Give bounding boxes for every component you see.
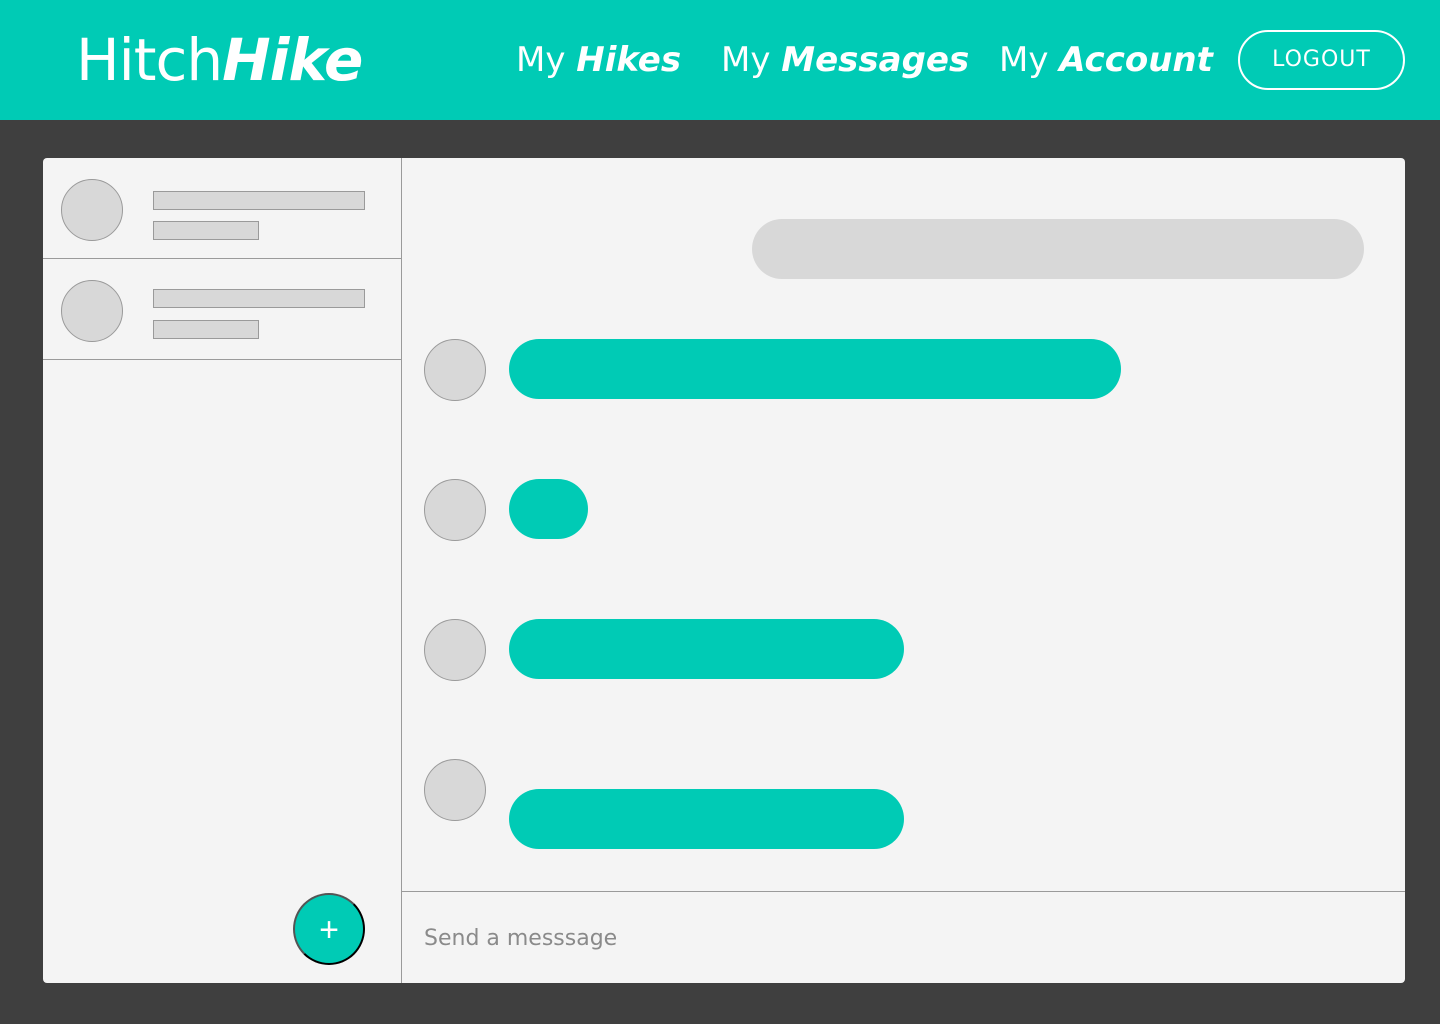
brand-logo-part2: Hike [222,26,363,94]
incoming-message-bubble [509,789,904,849]
message-input[interactable] [402,892,1405,983]
avatar [61,280,123,342]
avatar [424,619,486,681]
conversation-preview-placeholder [153,221,259,240]
conversation-item[interactable] [43,158,402,259]
avatar [424,759,486,821]
new-conversation-button[interactable]: + [293,893,365,965]
nav-my-messages-label: Messages [781,40,970,80]
nav-my-hikes[interactable]: My Hikes [516,38,681,82]
outgoing-message-bubble [752,219,1364,279]
avatar [424,339,486,401]
top-nav-bar: HitchHike My Hikes My Messages My Accoun… [0,0,1440,120]
nav-my-account-prefix: My [999,40,1049,80]
plus-icon: + [319,911,339,949]
conversation-item[interactable] [43,259,402,360]
nav-my-account-label: Account [1059,40,1213,80]
avatar [61,179,123,241]
brand-logo-part1: Hitch [76,26,223,94]
incoming-message-bubble [509,479,588,539]
conversation-list: + [43,158,402,983]
nav-my-messages[interactable]: My Messages [721,38,969,82]
conversation-preview-placeholder [153,320,259,339]
logout-button[interactable]: LOGOUT [1238,30,1405,90]
incoming-message-bubble [509,339,1121,399]
nav-my-hikes-label: Hikes [576,40,682,80]
incoming-message-bubble [509,619,904,679]
chat-thread [402,158,1405,983]
messages-panel: + [43,158,1405,983]
message-composer [402,891,1405,983]
conversation-name-placeholder [153,191,365,210]
conversation-name-placeholder [153,289,365,308]
avatar [424,479,486,541]
nav-my-account[interactable]: My Account [999,38,1213,82]
nav-my-messages-prefix: My [721,40,771,80]
nav-my-hikes-prefix: My [516,40,566,80]
brand-logo[interactable]: HitchHike [76,24,363,96]
